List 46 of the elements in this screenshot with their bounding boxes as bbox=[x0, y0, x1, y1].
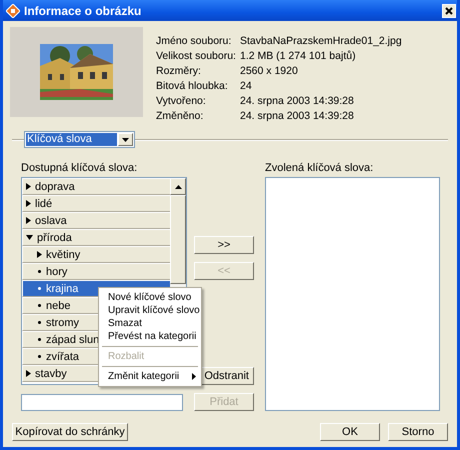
info-value: 2560 x 1920 bbox=[240, 64, 299, 76]
collapsed-icon[interactable] bbox=[37, 251, 42, 258]
window-title: Informace o obrázku bbox=[24, 4, 142, 18]
submenu-arrow-icon bbox=[192, 373, 197, 380]
info-label: Velikost souboru: bbox=[156, 50, 237, 62]
expanded-icon[interactable] bbox=[26, 235, 33, 240]
dropdown-value: Klíčová slova bbox=[26, 133, 117, 146]
tree-item[interactable]: doprava bbox=[22, 178, 170, 195]
bullet-icon bbox=[38, 355, 41, 358]
dialog-button[interactable]: Storno bbox=[388, 423, 448, 441]
info-value: StavbaNaPrazskemHrade01_2.jpg bbox=[240, 34, 402, 46]
scroll-thumb[interactable] bbox=[170, 195, 186, 284]
app-icon bbox=[6, 4, 20, 18]
info-value: 24. srpna 2003 14:39:28 bbox=[240, 110, 355, 122]
move-button[interactable]: >> bbox=[194, 236, 254, 254]
tree-item[interactable]: oslava bbox=[22, 212, 170, 229]
copy-button[interactable]: Kopírovat do schránky bbox=[12, 423, 128, 441]
tree-item[interactable]: příroda bbox=[22, 229, 170, 246]
close-icon bbox=[445, 6, 453, 14]
tree-item[interactable]: lidé bbox=[22, 195, 170, 212]
collapsed-icon[interactable] bbox=[26, 183, 31, 190]
close-button[interactable] bbox=[442, 4, 456, 18]
section-dropdown[interactable]: Klíčová slova bbox=[24, 131, 135, 148]
dialog-button[interactable]: OK bbox=[320, 423, 380, 441]
info-label: Vytvořeno: bbox=[156, 94, 207, 106]
info-label: Změněno: bbox=[156, 110, 204, 122]
bullet-icon bbox=[38, 338, 41, 341]
bullet-icon bbox=[38, 321, 41, 324]
list-label: Zvolená klíčová slova: bbox=[265, 162, 374, 176]
list-label: Dostupná klíčová slova: bbox=[21, 162, 138, 176]
bullet-icon bbox=[38, 270, 41, 273]
tree-item[interactable]: květiny bbox=[22, 246, 170, 263]
info-label: Jméno souboru: bbox=[156, 34, 232, 46]
info-value: 24. srpna 2003 14:39:28 bbox=[240, 94, 355, 106]
tree-item[interactable]: hory bbox=[22, 263, 170, 280]
collapsed-icon[interactable] bbox=[26, 200, 31, 207]
collapsed-icon[interactable] bbox=[26, 370, 31, 377]
collapsed-icon[interactable] bbox=[26, 217, 31, 224]
info-value: 1.2 MB (1 274 101 bajtů) bbox=[240, 50, 357, 62]
info-value: 24 bbox=[240, 80, 253, 92]
info-label: Rozměry: bbox=[156, 64, 202, 76]
info-label: Bitová hloubka: bbox=[156, 80, 229, 92]
keyword-input[interactable] bbox=[21, 394, 183, 411]
bullet-icon bbox=[38, 304, 41, 307]
bullet-icon bbox=[38, 287, 41, 290]
scroll-up-icon[interactable] bbox=[170, 178, 186, 195]
